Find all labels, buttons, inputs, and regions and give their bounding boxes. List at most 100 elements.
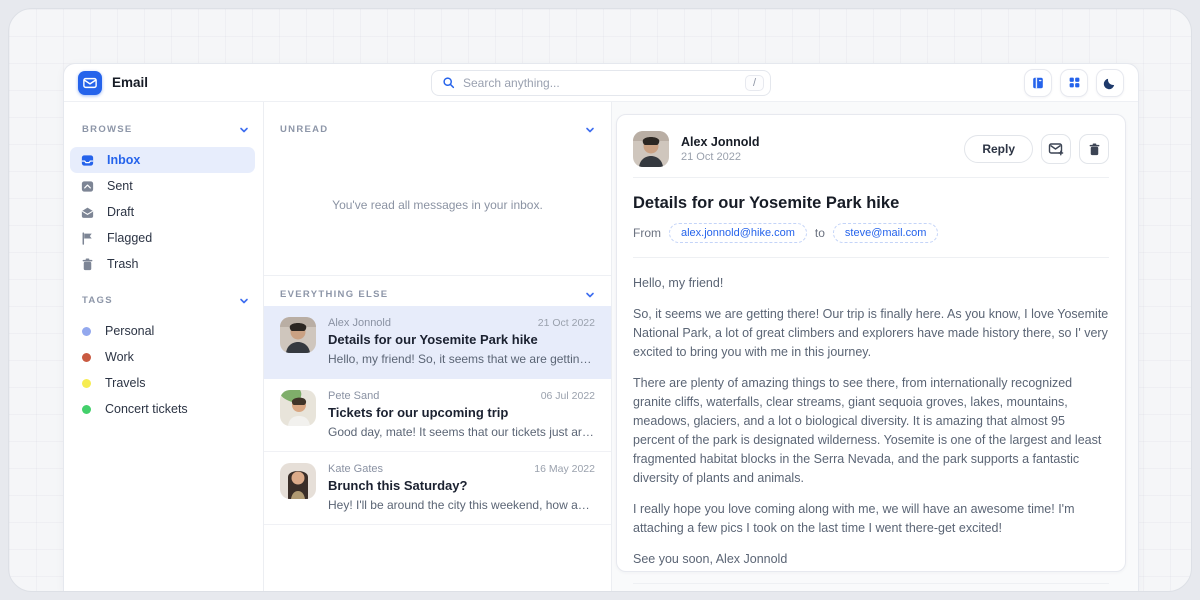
top-actions [1024,69,1124,97]
everything-else-section: EVERYTHING ELSE Alex Jonnold 21 Oct [264,275,611,525]
body-paragraph: See you soon, Alex Jonnold [633,550,1109,569]
brand: Email [78,71,148,95]
email-detail-card: Alex Jonnold 21 Oct 2022 Reply [616,114,1126,572]
mail-list-item-kate[interactable]: Kate Gates 16 May 2022 Brunch this Satur… [264,452,611,525]
tags-label: TAGS [82,295,113,306]
sender-info: Alex Jonnold 21 Oct 2022 [681,135,759,163]
reply-button[interactable]: Reply [964,135,1033,163]
top-bar: Email / [64,64,1138,102]
search-box[interactable]: / [431,70,771,96]
sent-icon [80,179,95,194]
tag-label: Work [105,350,134,364]
to-address-chip[interactable]: steve@mail.com [833,223,938,243]
notebook-button[interactable] [1024,69,1052,97]
apps-grid-button[interactable] [1060,69,1088,97]
email-actions: Reply [964,134,1109,164]
delete-email-button[interactable] [1079,134,1109,164]
mail-date: 06 Jul 2022 [541,390,595,402]
mail-subject: Tickets for our upcoming trip [328,405,595,420]
avatar [280,390,316,426]
tag-dot [82,405,91,414]
search-input[interactable] [463,76,737,90]
sidebar-item-trash[interactable]: Trash [70,251,255,277]
app-title: Email [112,75,148,90]
sidebar-item-label: Sent [107,179,133,193]
mail-date: 21 Oct 2022 [538,317,595,329]
sidebar-item-draft[interactable]: Draft [70,199,255,225]
tag-label: Personal [105,324,154,338]
avatar [633,131,669,167]
email-date: 21 Oct 2022 [681,151,759,163]
mail-snippet: Hey! I'll be around the city this weeken… [328,498,595,512]
divider [633,177,1109,178]
sidebar-item-sent[interactable]: Sent [70,173,255,199]
everything-else-section-header: EVERYTHING ELSE [280,289,595,300]
mail-sender: Pete Sand [328,390,379,402]
chevron-down-icon[interactable] [239,125,249,135]
body-paragraph: So, it seems we are getting there! Our t… [633,305,1109,362]
email-subject: Details for our Yosemite Park hike [633,194,1109,213]
trash-icon [80,257,95,272]
mail-content: Kate Gates 16 May 2022 Brunch this Satur… [328,463,595,512]
mail-sender: Alex Jonnold [328,317,391,329]
tag-label: Travels [105,376,146,390]
mail-list-item-alex[interactable]: Alex Jonnold 21 Oct 2022 Details for our… [264,306,611,379]
body-paragraph: Hello, my friend! [633,274,1109,293]
avatar [280,463,316,499]
unread-section-header: UNREAD [280,124,595,135]
tag-label: Concert tickets [105,402,188,416]
sender-name: Alex Jonnold [681,135,759,149]
tag-item-concert-tickets[interactable]: Concert tickets [80,396,251,422]
email-detail-header: Alex Jonnold 21 Oct 2022 Reply [633,125,1109,177]
everything-else-label: EVERYTHING ELSE [280,289,388,300]
browse-section-header: BROWSE [82,124,249,135]
divider [633,583,1109,584]
chevron-down-icon[interactable] [585,290,595,300]
desktop-background: Email / [8,8,1192,592]
tags-section-header: TAGS [82,295,249,306]
mail-subject: Brunch this Saturday? [328,478,595,493]
browse-group: BROWSE Inbox [80,124,251,277]
main-area: BROWSE Inbox [64,102,1138,591]
tag-dot [82,353,91,362]
browse-label: BROWSE [82,124,133,135]
dark-mode-moon-button[interactable] [1096,69,1124,97]
draft-icon [80,205,95,220]
mail-snippet: Good day, mate! It seems that our ticket… [328,425,595,439]
tag-item-personal[interactable]: Personal [80,318,251,344]
tag-dot [82,327,91,336]
mail-subject: Details for our Yosemite Park hike [328,332,595,347]
sidebar: BROWSE Inbox [64,102,264,591]
mail-list-item-pete[interactable]: Pete Sand 06 Jul 2022 Tickets for our up… [264,379,611,452]
tags-group: TAGS Personal Work [80,295,251,422]
email-app-window: Email / [63,63,1139,591]
mail-sender: Kate Gates [328,463,383,475]
search-shortcut-badge: / [745,75,764,91]
sidebar-item-label: Draft [107,205,134,219]
sidebar-item-flagged[interactable]: Flagged [70,225,255,251]
from-address-chip[interactable]: alex.jonnold@hike.com [669,223,807,243]
forward-email-button[interactable] [1041,134,1071,164]
inbox-icon [80,153,95,168]
unread-label: UNREAD [280,124,328,135]
from-label: From [633,226,661,240]
mail-date: 16 May 2022 [534,463,595,475]
unread-empty-message: You've read all messages in your inbox. [264,135,611,275]
sidebar-item-inbox[interactable]: Inbox [70,147,255,173]
chevron-down-icon[interactable] [585,125,595,135]
email-body: Hello, my friend! So, it seems we are ge… [633,258,1109,583]
search-icon [442,76,455,89]
tag-item-work[interactable]: Work [80,344,251,370]
flag-icon [80,231,95,246]
message-list: UNREAD You've read all messages in your … [264,102,612,591]
avatar [280,317,316,353]
tag-item-travels[interactable]: Travels [80,370,251,396]
chevron-down-icon[interactable] [239,296,249,306]
mail-snippet: Hello, my friend! So, it seems that we a… [328,352,595,366]
mail-content: Pete Sand 06 Jul 2022 Tickets for our up… [328,390,595,439]
reading-pane: Alex Jonnold 21 Oct 2022 Reply [612,102,1138,591]
sidebar-item-label: Inbox [107,153,140,167]
tag-dot [82,379,91,388]
to-label: to [815,226,825,240]
sidebar-item-label: Trash [107,257,139,271]
